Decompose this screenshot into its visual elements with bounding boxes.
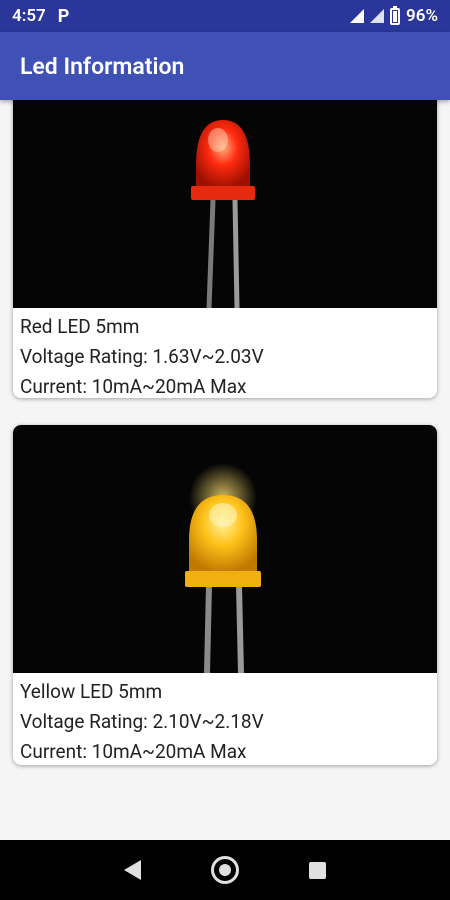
app-title: Led Information [20,52,185,80]
battery-percent: 96% [406,6,438,26]
wifi-signal-icon [350,9,365,23]
red-led-image [13,100,437,308]
led-name: Red LED 5mm [20,315,140,338]
back-icon[interactable] [124,860,141,880]
yellow-led-details: Yellow LED 5mm Voltage Rating: 2.10V~2.1… [13,673,437,765]
yellow-led-illustration [185,463,261,673]
status-time: 4:57 [12,6,46,26]
recents-icon[interactable] [309,861,326,879]
status-bar: 4:57 P 96% [0,0,450,32]
led-card-red[interactable]: Red LED 5mm Voltage Rating: 1.63V~2.03V … [13,100,437,398]
cell-signal-icon [370,9,385,23]
led-name: Yellow LED 5mm [20,680,163,703]
red-led-illustration [191,120,255,308]
led-voltage: Voltage Rating: 1.63V~2.03V [20,345,264,368]
navigation-bar [0,840,450,900]
led-current: Current: 10mA~20mA Max [20,740,247,763]
battery-icon [390,5,401,25]
app-bar: Led Information [0,32,450,100]
red-led-details: Red LED 5mm Voltage Rating: 1.63V~2.03V … [13,308,437,398]
led-card-yellow[interactable]: Yellow LED 5mm Voltage Rating: 2.10V~2.1… [13,425,437,765]
status-right: 96% [350,5,438,26]
home-icon[interactable] [211,856,239,884]
led-current: Current: 10mA~20mA Max [20,375,247,398]
notification-p-icon: P [57,5,70,27]
yellow-led-image [13,425,437,673]
led-voltage: Voltage Rating: 2.10V~2.18V [20,710,264,733]
led-list[interactable]: Red LED 5mm Voltage Rating: 1.63V~2.03V … [0,100,450,840]
